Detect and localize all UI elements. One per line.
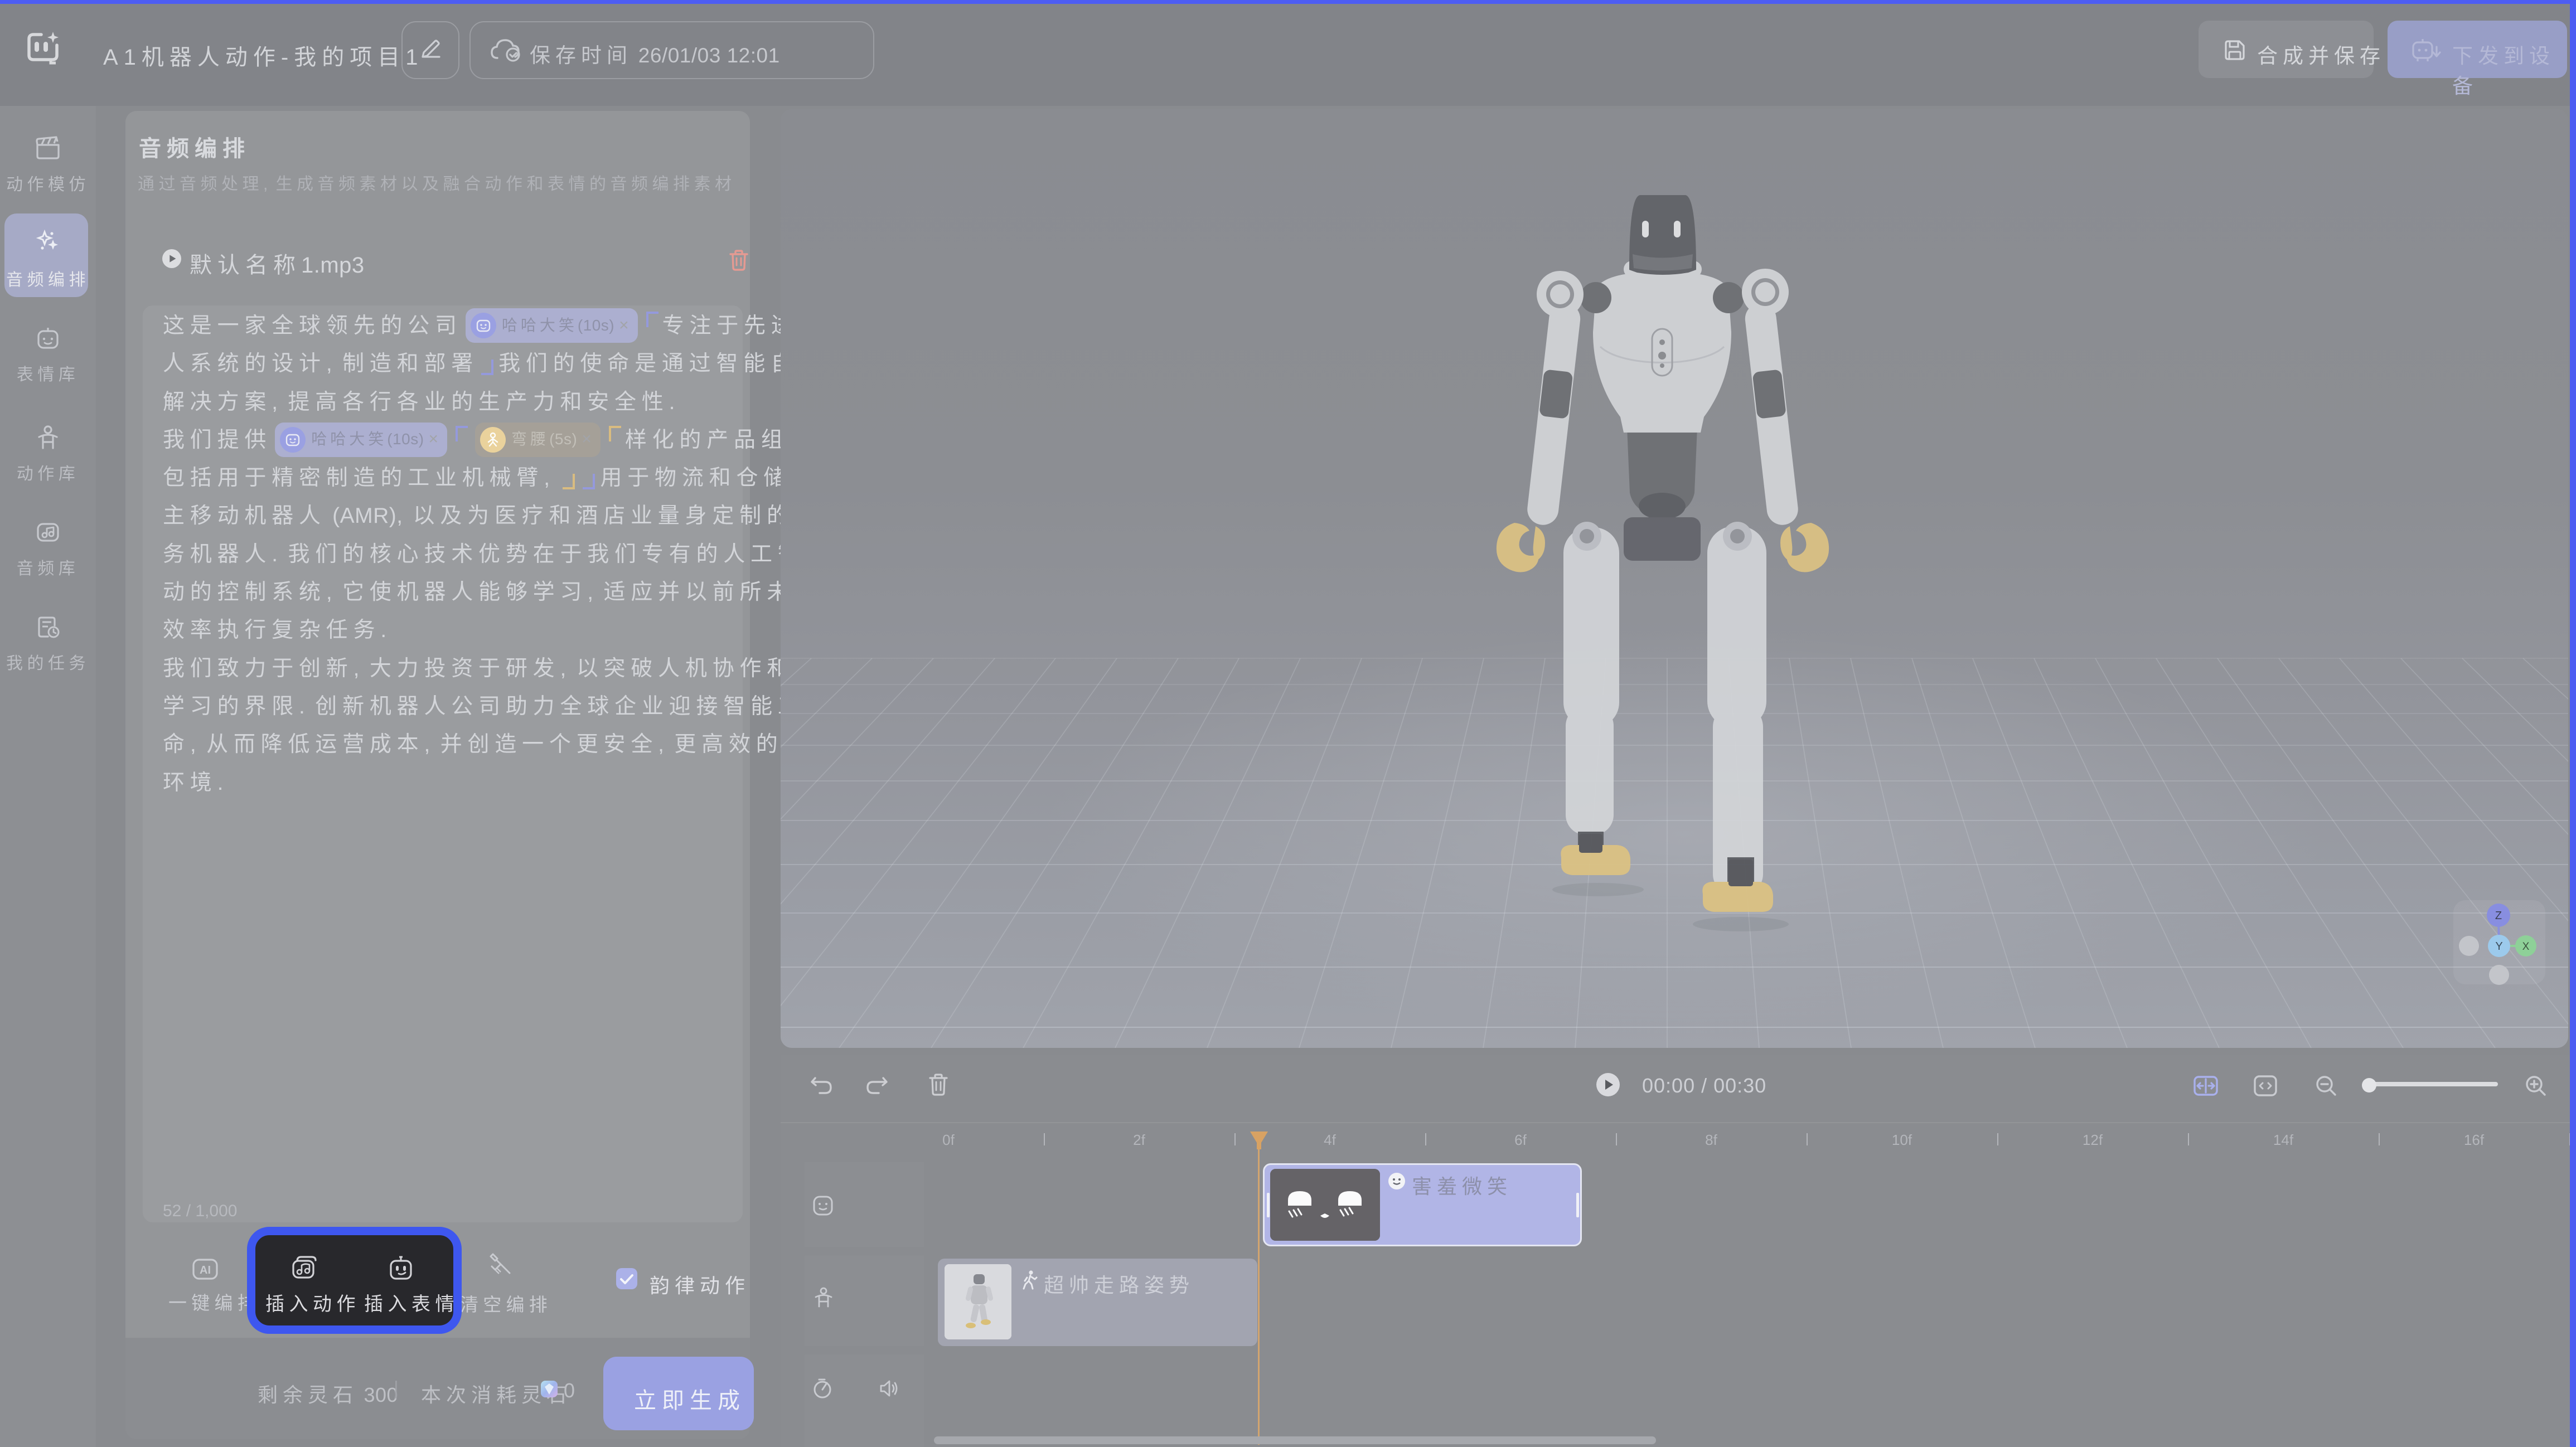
svg-text:AI: AI — [200, 1264, 211, 1276]
svg-text:Y: Y — [2495, 940, 2502, 953]
svg-text:Z: Z — [2495, 910, 2502, 922]
svg-text:X: X — [2522, 941, 2530, 953]
